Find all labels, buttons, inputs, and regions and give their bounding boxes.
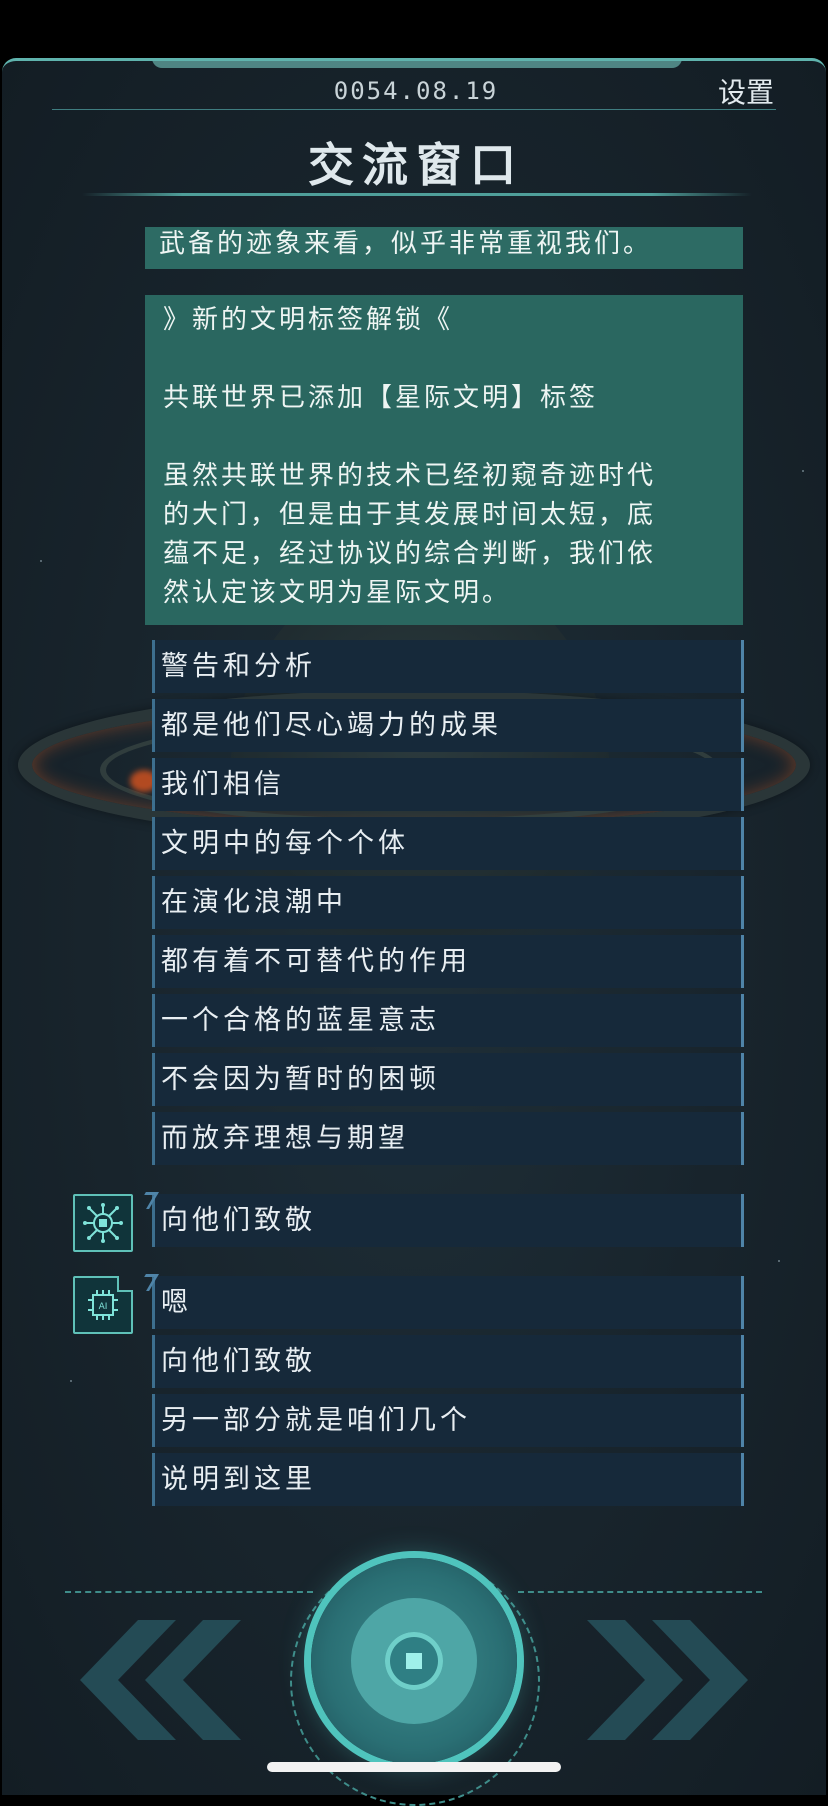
- dialog-line[interactable]: 我们相信: [152, 758, 744, 811]
- star: [778, 1260, 780, 1262]
- dialog-line[interactable]: 向他们致敬: [152, 1194, 744, 1247]
- dialog-line[interactable]: 向他们致敬: [152, 1335, 744, 1388]
- star: [70, 1380, 72, 1382]
- dialog-list: 嗯 向他们致敬 另一部分就是咱们几个 说明到这里: [152, 1276, 744, 1512]
- unlock-body-line: 的大门，但是由于其发展时间太短，底: [163, 500, 657, 530]
- page-title: 交流窗口: [308, 138, 524, 192]
- dialog-line[interactable]: 在演化浪潮中: [152, 876, 744, 929]
- settings-button[interactable]: 设置: [718, 71, 774, 111]
- main-action-button[interactable]: [311, 1558, 517, 1764]
- star: [40, 560, 42, 562]
- dialog-line[interactable]: 嗯: [152, 1276, 744, 1329]
- dialog-line[interactable]: 警告和分析: [152, 640, 744, 693]
- next-arrow-icon[interactable]: [585, 1620, 750, 1744]
- ai-chip-icon: AI: [73, 1276, 133, 1334]
- main-button-square-icon: [406, 1653, 422, 1669]
- divider: [518, 1591, 762, 1593]
- unlock-tag-line: 共联世界已添加【星际文明】标签: [163, 383, 599, 413]
- dialog-line[interactable]: 说明到这里: [152, 1453, 744, 1506]
- dialog-line[interactable]: 另一部分就是咱们几个: [152, 1394, 744, 1447]
- dialog-list: 向他们致敬: [152, 1194, 744, 1253]
- ai-chip-label: AI: [99, 1302, 108, 1312]
- unlock-body-line: 虽然共联世界的技术已经初窥奇迹时代: [163, 461, 657, 491]
- message-fragment-text: 武备的迹象来看，似乎非常重视我们。: [159, 229, 653, 259]
- dialog-line[interactable]: 都是他们尽心竭力的成果: [152, 699, 744, 752]
- top-glow: [152, 61, 682, 68]
- dialog-line[interactable]: 都有着不可替代的作用: [152, 935, 744, 988]
- divider: [52, 109, 776, 110]
- title-underline: [82, 193, 752, 196]
- home-indicator[interactable]: [267, 1762, 561, 1772]
- dialog-line[interactable]: 不会因为暂时的困顿: [152, 1053, 744, 1106]
- unlock-title: 》新的文明标签解锁《: [163, 305, 454, 335]
- dialog-line[interactable]: 一个合格的蓝星意志: [152, 994, 744, 1047]
- unlock-body-line: 然认定该文明为星际文明。: [163, 578, 512, 608]
- dialog-list: 警告和分析 都是他们尽心竭力的成果 我们相信 文明中的每个个体 在演化浪潮中 都…: [152, 640, 744, 1171]
- previous-arrow-icon[interactable]: [78, 1620, 243, 1744]
- main-button-inner: [351, 1598, 477, 1724]
- dialog-line[interactable]: 而放弃理想与期望: [152, 1112, 744, 1165]
- unlock-body-line: 蕴不足，经过协议的综合判断，我们依: [163, 539, 657, 569]
- star: [802, 470, 804, 472]
- dialog-line[interactable]: 文明中的每个个体: [152, 817, 744, 870]
- message-fragment: 武备的迹象来看，似乎非常重视我们。: [145, 227, 743, 269]
- divider: [65, 1591, 313, 1593]
- main-button-core: [385, 1632, 443, 1690]
- date-display: 0054.08.19: [333, 77, 499, 105]
- unlock-message: 》新的文明标签解锁《 共联世界已添加【星际文明】标签 虽然共联世界的技术已经初窥…: [145, 295, 743, 625]
- circuit-chip-icon: [73, 1194, 133, 1252]
